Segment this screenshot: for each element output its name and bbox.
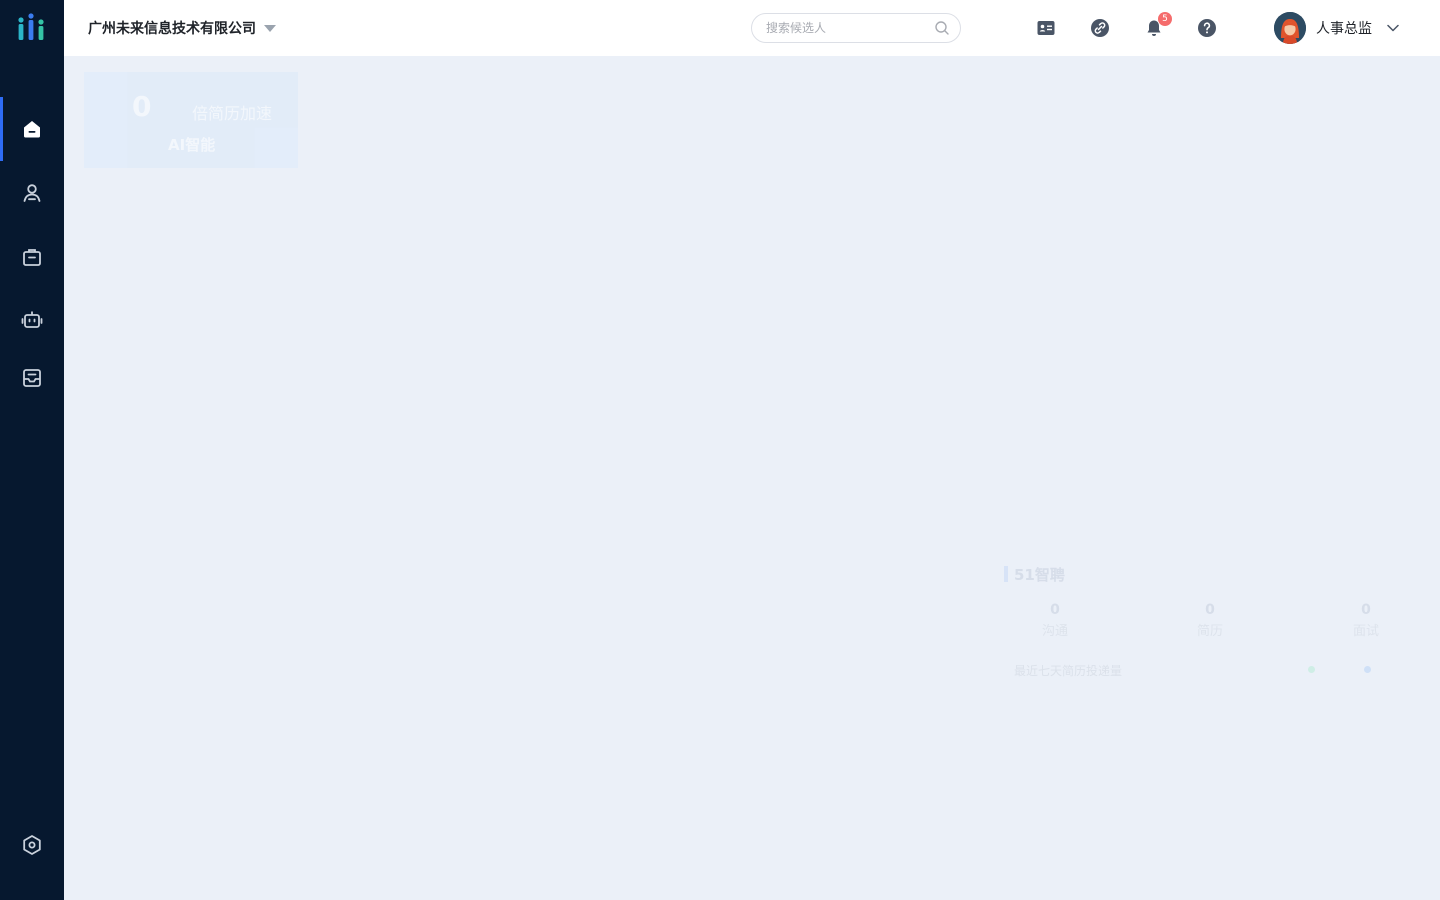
chevron-down-icon[interactable] [1386,21,1400,35]
sidebar-item-inbox[interactable] [0,346,64,410]
robot-icon [21,311,43,328]
contact-card-icon [1037,21,1055,35]
help-icon [1198,19,1216,37]
app-logo[interactable] [16,12,48,44]
avatar[interactable] [1274,12,1306,44]
user-menu[interactable]: 人事总监 [1274,12,1400,44]
company-name: 广州未来信息技术有限公司 [88,21,256,37]
top-header: 广州未来信息技术有限公司 5 [64,0,1440,56]
ai-description: 倍简历加速 [192,104,273,123]
search-box[interactable] [751,13,961,43]
briefcase-icon [23,249,41,266]
sidebar-item-candidates[interactable] [0,161,64,225]
stat-value: 0 [1205,602,1215,618]
sidebar-item-jobs[interactable] [0,225,64,289]
user-icon [23,184,41,202]
settings-icon [23,835,41,855]
contact-card-button[interactable] [1034,16,1058,40]
sidebar-item-home[interactable] [0,97,64,161]
title-accent-bar [1004,566,1008,582]
notification-badge: 5 [1158,12,1172,26]
home-icon [24,121,40,138]
stat-label: 面试 [1352,624,1379,639]
notification-button[interactable]: 5 [1142,12,1172,40]
help-button[interactable] [1195,16,1219,40]
sidebar-item-ai[interactable] [0,288,64,352]
sidebar-item-settings[interactable] [0,813,64,877]
stat-note: 最近七天简历投递量 [1014,664,1123,678]
stat-panel-title: 51智聘 [1014,566,1065,584]
link-button[interactable] [1088,16,1112,40]
ai-resume-card[interactable]: 0 倍简历加速 AI智能 [84,72,298,168]
stat-column[interactable]: 0 简历 [1180,602,1240,639]
channel-stat-panel: 51智聘 0 沟通 0 简历 0 面试 最近七天简历投递量 [1000,560,1400,690]
stat-value: 0 [1050,602,1060,618]
stat-label: 简历 [1196,624,1223,639]
sidebar [0,0,64,900]
legend-dot [1308,666,1315,673]
stat-column[interactable]: 0 面试 [1336,602,1396,639]
user-name: 人事总监 [1316,21,1372,37]
caret-down-icon [264,24,276,32]
stat-column[interactable]: 0 沟通 [1025,602,1085,639]
inbox-icon [23,369,41,387]
company-selector[interactable]: 广州未来信息技术有限公司 [88,18,276,38]
link-icon [1091,19,1109,37]
search-input[interactable] [766,21,934,35]
stat-label: 沟通 [1041,624,1068,639]
ai-label: AI智能 [168,136,216,154]
legend-dot [1364,666,1371,673]
search-icon[interactable] [934,20,950,36]
ai-count: 0 [132,90,152,123]
stat-value: 0 [1361,602,1371,618]
